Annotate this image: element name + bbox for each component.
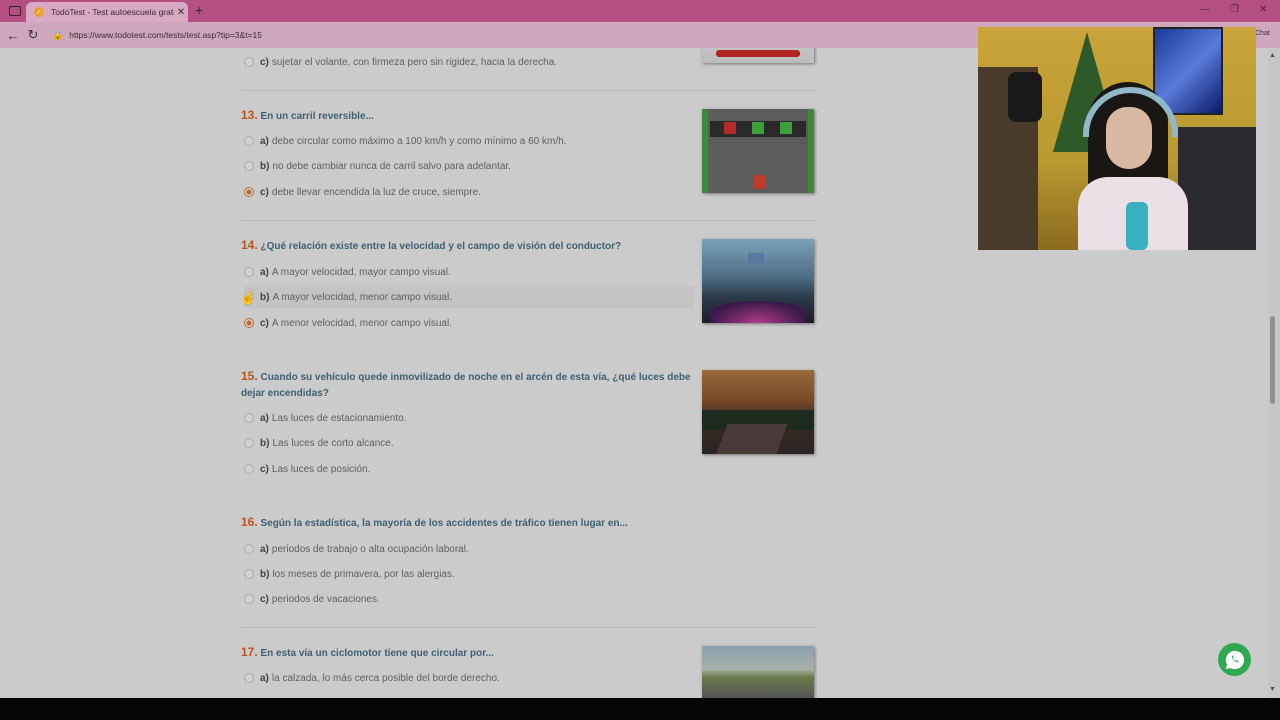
whatsapp-icon	[1225, 650, 1244, 669]
question-title: 13. En un carril reversible...	[241, 108, 374, 122]
radio-icon[interactable]	[244, 569, 254, 579]
water-bottle	[1126, 202, 1148, 250]
radio-selected-icon[interactable]	[244, 187, 254, 197]
lock-icon: 🔒	[52, 29, 64, 40]
option-17a[interactable]: a) la calzada, lo más cerca posible del …	[244, 667, 500, 689]
cursor-icon: ☝	[240, 290, 257, 305]
radio-icon[interactable]	[244, 594, 254, 604]
url-field[interactable]: 🔒 https://www.todotest.com/tests/test.as…	[52, 25, 972, 45]
scroll-down-icon[interactable]: ▼	[1269, 686, 1276, 693]
close-window-icon[interactable]: ✕	[1259, 4, 1267, 15]
scrollbar-thumb[interactable]	[1270, 316, 1275, 404]
chat-label[interactable]: Chat	[1255, 30, 1270, 37]
gaming-chair	[1178, 127, 1256, 250]
browser-titlebar	[0, 0, 1280, 22]
reload-icon[interactable]: ↻	[23, 27, 43, 43]
option-12c[interactable]: c) sujetar el volante, con firmeza pero …	[244, 51, 557, 73]
option-13a[interactable]: a) debe circular como máximo a 100 km/h …	[244, 130, 566, 152]
question-17-image	[702, 646, 814, 698]
back-arrow-icon[interactable]: ←	[3, 28, 23, 43]
whatsapp-button[interactable]	[1218, 643, 1251, 676]
option-13b[interactable]: b) no debe cambiar nunca de carril salvo…	[244, 155, 511, 177]
option-16a[interactable]: a) periodos de trabajo o alta ocupación …	[244, 538, 469, 560]
question-title: 16. Según la estadística, la mayoría de …	[241, 515, 628, 529]
option-15b[interactable]: b) Las luces de corto alcance.	[244, 432, 394, 454]
radio-icon[interactable]	[244, 267, 254, 277]
radio-selected-icon[interactable]	[244, 318, 254, 328]
option-15a[interactable]: a) Las luces de estacionamiento.	[244, 407, 406, 429]
radio-icon[interactable]	[244, 464, 254, 474]
webcam-overlay	[978, 27, 1256, 250]
browser-tab[interactable]: ✓ TodoTest - Test autoescuela grati ✕	[26, 2, 188, 22]
radio-icon[interactable]	[244, 673, 254, 683]
url-text: https://www.todotest.com/tests/test.asp?…	[69, 30, 262, 40]
question-16: 16. Según la estadística, la mayoría de …	[241, 514, 816, 532]
option-13c[interactable]: c) debe llevar encendida la luz de cruce…	[244, 181, 481, 203]
minimize-icon[interactable]: —	[1200, 4, 1210, 15]
option-15c[interactable]: c) Las luces de posición.	[244, 458, 370, 480]
scroll-up-icon[interactable]: ▲	[1269, 52, 1276, 59]
question-13-image	[702, 109, 814, 193]
option-14a[interactable]: a) A mayor velocidad, mayor campo visual…	[244, 261, 451, 283]
divider	[241, 90, 816, 91]
favicon-icon: ✓	[34, 7, 44, 17]
radio-icon[interactable]	[244, 57, 254, 67]
radio-icon[interactable]	[244, 413, 254, 423]
microphone	[1008, 72, 1042, 122]
maximize-icon[interactable]: ❐	[1230, 4, 1239, 15]
radio-icon[interactable]	[244, 161, 254, 171]
question-15-image	[702, 370, 814, 454]
divider	[241, 220, 816, 221]
video-bottom-bar	[0, 698, 1280, 720]
option-16b[interactable]: b) los meses de primavera, por las alerg…	[244, 563, 455, 585]
radio-icon[interactable]	[244, 438, 254, 448]
option-14c[interactable]: c) A menor velocidad, menor campo visual…	[244, 312, 452, 334]
radio-icon[interactable]	[244, 136, 254, 146]
question-title: 14. ¿Qué relación existe entre la veloci…	[241, 238, 622, 252]
question-14-image	[702, 239, 814, 323]
window-icon[interactable]	[9, 6, 21, 16]
tab-close-icon[interactable]: ✕	[174, 7, 188, 18]
question-12-image	[702, 48, 814, 63]
option-14b[interactable]: b) A mayor velocidad, menor campo visual…	[244, 286, 694, 308]
divider	[241, 627, 816, 628]
new-tab-button[interactable]: +	[195, 2, 203, 18]
question-title: 15. Cuando su vehículo quede inmovilizad…	[241, 369, 691, 399]
radio-icon[interactable]	[244, 544, 254, 554]
option-16c[interactable]: c) periodos de vacaciones.	[244, 588, 380, 610]
tab-title: TodoTest - Test autoescuela grati	[51, 7, 174, 17]
question-title: 17. En esta vía un ciclomotor tiene que …	[241, 645, 494, 659]
